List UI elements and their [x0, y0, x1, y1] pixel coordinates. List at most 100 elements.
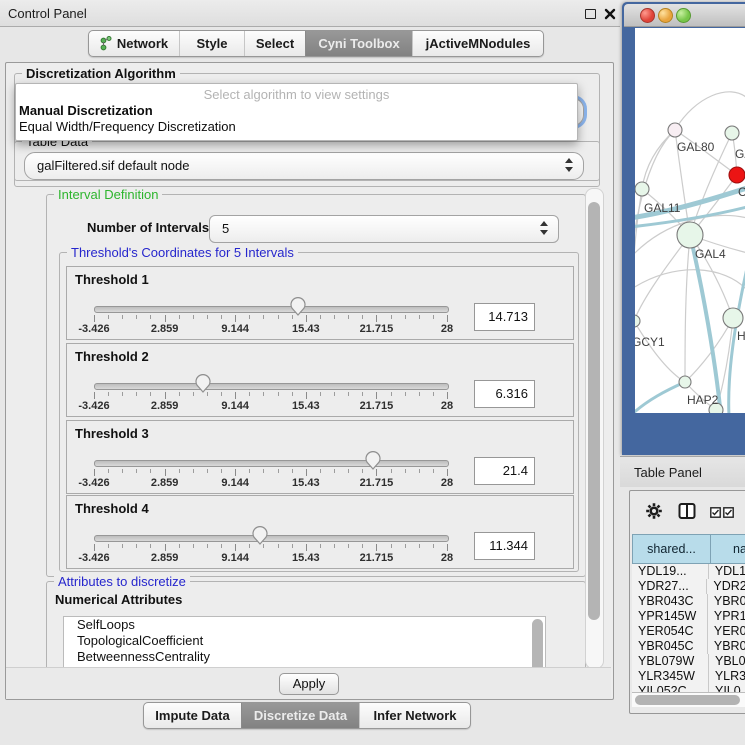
slider-track[interactable]: [94, 306, 449, 313]
network-node[interactable]: [677, 222, 703, 248]
threshold-value-field[interactable]: 11.344: [474, 532, 535, 560]
numerical-attributes-list[interactable]: SelfLoopsTopologicalCoefficientBetweenne…: [63, 616, 546, 667]
cell-shared-name[interactable]: YBL079W: [632, 654, 709, 669]
threshold-value-field[interactable]: 14.713: [474, 303, 535, 331]
attribute-item[interactable]: BetweennessCentrality: [77, 649, 545, 665]
cell-name[interactable]: YER0: [708, 624, 745, 639]
scrollbar-thumb[interactable]: [635, 695, 740, 705]
slider-track[interactable]: [94, 535, 449, 542]
network-node[interactable]: [668, 123, 682, 137]
threshold-value-field[interactable]: 6.316: [474, 380, 535, 408]
dropdown-option-manual[interactable]: Manual Discretization: [19, 103, 153, 118]
slider-thumb-icon[interactable]: [364, 451, 382, 470]
dropdown-hint: Select algorithm to view settings: [16, 87, 577, 102]
cell-shared-name[interactable]: YLR345W: [632, 669, 709, 684]
tab-cyni-toolbox[interactable]: Cyni Toolbox: [305, 31, 412, 56]
network-node[interactable]: [635, 315, 640, 327]
panel-scrollbar[interactable]: [585, 188, 604, 669]
table-row[interactable]: YPR145WYPR1: [632, 609, 745, 624]
cell-name[interactable]: YIL0: [709, 684, 741, 692]
table-header-row: shared... na: [632, 534, 745, 564]
traffic-red-icon[interactable]: [640, 8, 655, 23]
table-hscrollbar[interactable]: [632, 692, 745, 707]
traffic-yellow-icon[interactable]: [658, 8, 673, 23]
tab-jactivemnodules[interactable]: jActiveMNodules: [412, 31, 543, 56]
tab-infer-network[interactable]: Infer Network: [359, 703, 470, 728]
cell-shared-name[interactable]: YBR043C: [632, 594, 708, 609]
network-node[interactable]: [679, 376, 691, 388]
slider-tick: [391, 544, 392, 548]
slider-tick-label: 21.715: [351, 552, 401, 564]
tab-style[interactable]: Style: [179, 31, 244, 56]
slider-tick: [405, 544, 406, 548]
traffic-green-icon[interactable]: [676, 8, 691, 23]
checkbox-checked-icon[interactable]: [723, 505, 734, 523]
tab-impute-data[interactable]: Impute Data: [144, 703, 241, 728]
list-scrollbar[interactable]: [532, 619, 543, 667]
table-row[interactable]: YIL052CYIL0: [632, 684, 745, 692]
network-node[interactable]: [729, 167, 745, 183]
cell-shared-name[interactable]: YPR145W: [632, 609, 708, 624]
split-columns-icon[interactable]: [678, 502, 696, 525]
network-node-label: HAP2: [687, 393, 719, 407]
slider-track[interactable]: [94, 383, 449, 390]
table-row[interactable]: YBR043CYBR0: [632, 594, 745, 609]
threshold-value-field[interactable]: 21.4: [474, 457, 535, 485]
slider-tick-label: 9.144: [210, 477, 260, 489]
network-node[interactable]: [725, 126, 739, 140]
slider-track[interactable]: [94, 460, 449, 467]
gear-icon[interactable]: [645, 502, 663, 525]
cell-shared-name[interactable]: YER054C: [632, 624, 708, 639]
network-window-titlebar[interactable]: [624, 4, 745, 27]
table-row[interactable]: YER054CYER0: [632, 624, 745, 639]
slider-tick: [419, 469, 420, 473]
tab-select[interactable]: Select: [244, 31, 305, 56]
cell-shared-name[interactable]: YDL19...: [632, 564, 709, 579]
network-node[interactable]: [723, 308, 743, 328]
table-data-combo[interactable]: galFiltered.sif default node: [24, 152, 584, 180]
attribute-item[interactable]: SelfLoops: [77, 617, 545, 633]
column-header-name[interactable]: na: [711, 534, 745, 564]
slider-tick: [108, 544, 109, 548]
slider-tick: [320, 544, 321, 548]
slider-thumb-icon[interactable]: [194, 374, 212, 393]
slider-thumb-icon[interactable]: [251, 526, 269, 545]
cell-name[interactable]: YDR2: [707, 579, 745, 594]
tab-network[interactable]: Network: [89, 31, 179, 56]
slider-tick: [235, 544, 236, 551]
dropdown-option-equal-width[interactable]: Equal Width/Frequency Discretization: [19, 119, 236, 134]
cell-name[interactable]: YPR1: [708, 609, 745, 624]
cell-name[interactable]: YDL1: [709, 564, 745, 579]
table-row[interactable]: YLR345WYLR3: [632, 669, 745, 684]
float-icon[interactable]: [585, 9, 596, 19]
column-header-shared[interactable]: shared...: [632, 534, 711, 564]
slider-tick: [376, 392, 377, 399]
table-row[interactable]: YBL079WYBL0: [632, 654, 745, 669]
slider-thumb-icon[interactable]: [289, 297, 307, 316]
cell-name[interactable]: YLR3: [709, 669, 745, 684]
cell-name[interactable]: YBR0: [708, 594, 745, 609]
slider-tick: [278, 315, 279, 319]
table-row[interactable]: YDL19...YDL1: [632, 564, 745, 579]
cell-shared-name[interactable]: YIL052C: [632, 684, 709, 692]
slider-tick: [348, 392, 349, 396]
table-row[interactable]: YBR045CYBR0: [632, 639, 745, 654]
slider-tick-label: 2.859: [140, 477, 190, 489]
close-icon[interactable]: [604, 7, 616, 19]
checkbox-checked-icon[interactable]: [710, 505, 721, 523]
slider-tick: [136, 544, 137, 548]
network-node[interactable]: [635, 182, 649, 196]
network-canvas[interactable]: GAL80GACGAL11GAL4GCY1HHAP2: [635, 28, 745, 413]
slider-tick-label: -3.426: [69, 477, 119, 489]
tab-discretize-data[interactable]: Discretize Data: [241, 703, 359, 728]
cell-shared-name[interactable]: YDR27...: [632, 579, 707, 594]
cell-name[interactable]: YBL0: [709, 654, 745, 669]
apply-button[interactable]: Apply: [279, 673, 339, 695]
cell-shared-name[interactable]: YBR045C: [632, 639, 708, 654]
table-row[interactable]: YDR27...YDR2: [632, 579, 745, 594]
num-intervals-combo[interactable]: 5: [209, 215, 559, 243]
scrollbar-thumb[interactable]: [588, 202, 600, 620]
attribute-item[interactable]: TopologicalCoefficient: [77, 633, 545, 649]
screen: Control Panel Network Style Select Cyni …: [0, 0, 745, 745]
cell-name[interactable]: YBR0: [708, 639, 745, 654]
